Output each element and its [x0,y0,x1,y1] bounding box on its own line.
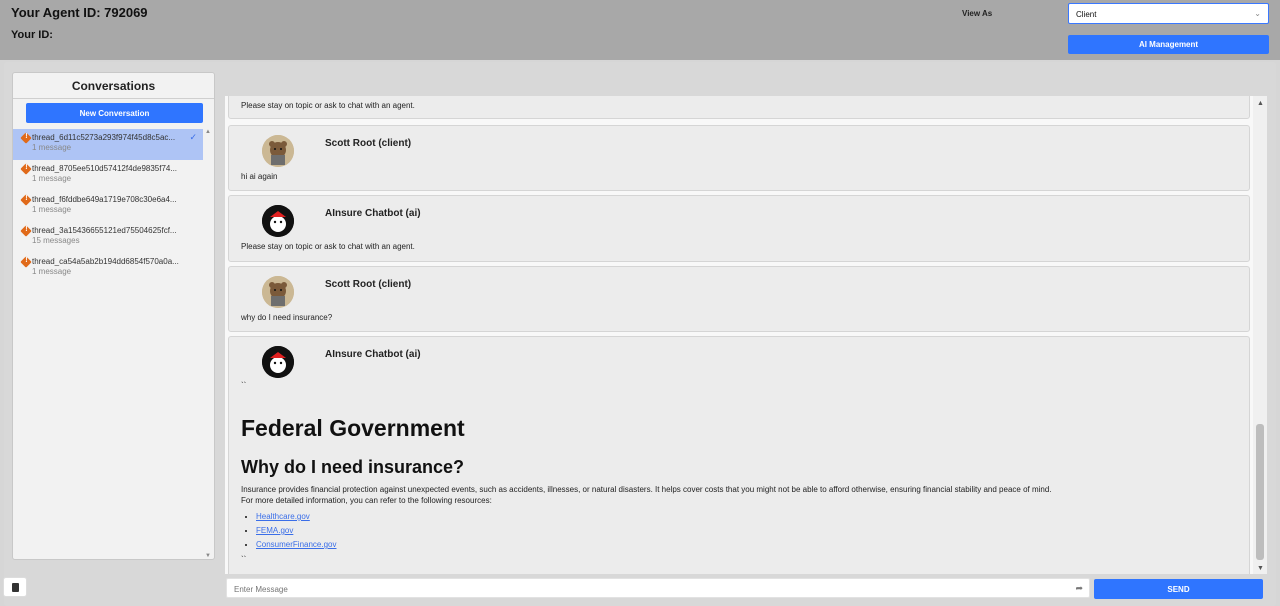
warning-icon [20,256,32,268]
thread-count: 1 message [32,174,72,183]
thread-item[interactable]: thread_8705ee510d57412f4de9835f74... 1 m… [13,160,203,191]
chevron-down-icon: ⌄ [1254,9,1261,18]
scroll-up-icon[interactable]: ▲ [205,129,211,135]
chat-message: Please stay on topic or ask to chat with… [228,96,1250,119]
scroll-up-icon[interactable]: ▲ [1257,100,1264,107]
thread-count: 15 messages [32,236,80,245]
sidebar-title: Conversations [13,73,214,99]
ai-management-button[interactable]: AI Management [1068,35,1269,54]
thread-item[interactable]: thread_ca54a5ab2b194dd6854f570a0a... 1 m… [13,253,203,284]
message-text: Please stay on topic or ask to chat with… [241,242,415,251]
avatar [262,205,294,237]
chat-area: Please stay on topic or ask to chat with… [225,96,1267,574]
message-text: Please stay on topic or ask to chat with… [241,101,415,110]
message-composer: ➦ [226,578,1090,599]
share-icon[interactable]: ➦ [1075,583,1083,594]
thread-name: thread_8705ee510d57412f4de9835f74... [32,164,178,173]
clipboard-icon [12,583,19,592]
chat-message: AInsure Chatbot (ai) Please stay on topi… [228,195,1250,262]
response-paragraph: For more detailed information, you can r… [241,496,492,505]
agent-id-label: Your Agent ID: 792069 [11,5,148,20]
scroll-down-icon[interactable]: ▼ [1257,565,1264,572]
thread-name: thread_f6fddbe649a1719e708c30e6a4... [32,195,177,204]
view-as-value: Client [1076,10,1097,19]
message-text: `` [241,381,247,390]
thread-name: thread_6d11c5273a293f974f45d8c5ac... [32,133,176,142]
resource-list: Healthcare.gov FEMA.gov ConsumerFinance.… [256,512,336,554]
send-button[interactable]: SEND [1094,579,1263,599]
thread-item[interactable]: thread_3a15436655121ed75504625fcf... 15 … [13,222,203,253]
chat-message: Scott Root (client) hi ai again [228,125,1250,191]
sidebar-scrollbar[interactable]: ▲ ▼ [202,129,214,559]
warning-icon [20,194,32,206]
response-paragraph: Insurance provides financial protection … [241,485,1052,494]
view-as-select[interactable]: Client ⌄ [1068,3,1269,24]
conversations-sidebar: Conversations New Conversation thread_6d… [12,72,215,560]
chat-message: Scott Root (client) why do I need insura… [228,266,1250,332]
thread-name: thread_3a15436655121ed75504625fcf... [32,226,177,235]
top-bar: Your Agent ID: 792069 Your ID: View As C… [0,0,1280,60]
check-icon: ✓ [189,132,197,142]
thread-count: 1 message [32,267,72,276]
chat-scrollbar[interactable]: ▲ ▼ [1253,96,1267,574]
message-text: `` [241,555,247,564]
message-input[interactable] [227,580,1047,599]
response-subheading: Why do I need insurance? [241,457,465,477]
chat-message: AInsure Chatbot (ai) `` Federal Governme… [228,336,1250,574]
resource-link[interactable]: FEMA.gov [256,526,293,535]
attachment-button[interactable] [3,577,27,597]
resource-link[interactable]: ConsumerFinance.gov [256,540,336,549]
thread-item[interactable]: thread_f6fddbe649a1719e708c30e6a4... 1 m… [13,191,203,222]
new-conversation-button[interactable]: New Conversation [26,103,203,123]
your-id-label: Your ID: [11,29,53,41]
scroll-thumb[interactable] [1256,424,1264,560]
avatar [262,135,294,167]
thread-list: thread_6d11c5273a293f974f45d8c5ac... 1 m… [13,129,203,284]
thread-count: 1 message [32,143,72,152]
view-as-label: View As [962,9,993,18]
avatar [262,276,294,308]
message-text: hi ai again [241,172,278,181]
thread-count: 1 message [32,205,72,214]
warning-icon [20,132,32,144]
warning-icon [20,163,32,175]
message-sender: Scott Root (client) [325,279,412,290]
avatar [262,346,294,378]
message-sender: AInsure Chatbot (ai) [325,208,421,219]
message-sender: AInsure Chatbot (ai) [325,349,421,360]
thread-item[interactable]: thread_6d11c5273a293f974f45d8c5ac... 1 m… [13,129,203,160]
message-sender: Scott Root (client) [325,138,412,149]
message-text: why do I need insurance? [241,313,333,322]
response-heading: Federal Government [241,415,465,441]
resource-link[interactable]: Healthcare.gov [256,512,310,521]
thread-name: thread_ca54a5ab2b194dd6854f570a0a... [32,257,179,266]
scroll-down-icon[interactable]: ▼ [205,553,211,559]
warning-icon [20,225,32,237]
